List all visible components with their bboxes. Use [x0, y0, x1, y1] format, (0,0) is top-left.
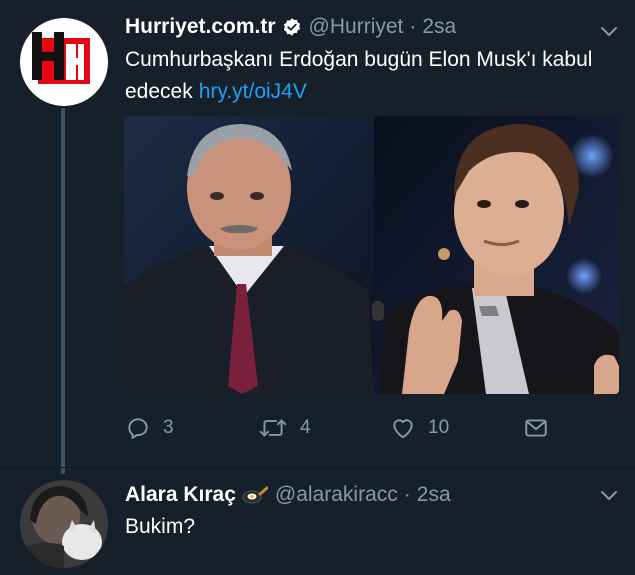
- retweet-count: 4: [300, 417, 311, 438]
- tweet-actions: 3 4 10: [125, 410, 595, 446]
- verified-badge-icon: [283, 18, 300, 36]
- header-separator: ·: [409, 15, 417, 38]
- like-count: 10: [428, 417, 450, 438]
- direct-message-button[interactable]: [523, 410, 561, 446]
- frying-pan-emoji: [242, 486, 268, 504]
- reply-author-handle[interactable]: @alarakiracc: [275, 483, 398, 507]
- tweet-text: Cumhurbaşkanı Erdoğan bugün Elon Musk'ı …: [125, 44, 595, 108]
- thread-connector-line: [61, 108, 65, 474]
- reply-header: Alara Kıraç @alarakiracc · 2sa: [125, 480, 451, 510]
- reply-count: 3: [163, 417, 174, 438]
- photo-image: [124, 116, 619, 394]
- hurriyet-logo: [32, 32, 90, 84]
- tweet-timestamp[interactable]: 2sa: [422, 15, 456, 39]
- tweet-divider: [0, 467, 635, 468]
- reply-button[interactable]: 3: [125, 410, 174, 446]
- author-name[interactable]: Hurriyet.com.tr: [125, 15, 276, 39]
- retweet-icon: [259, 419, 287, 437]
- like-button[interactable]: 10: [390, 410, 449, 446]
- like-icon: [393, 419, 413, 439]
- tweet-header: Hurriyet.com.tr @Hurriyet · 2sa: [125, 12, 456, 42]
- alara-avatar[interactable]: [20, 480, 108, 568]
- author-handle[interactable]: @Hurriyet: [309, 15, 404, 39]
- tweet-photo[interactable]: [124, 116, 619, 394]
- chevron-down-icon[interactable]: [600, 26, 618, 38]
- hurriyet-avatar[interactable]: [20, 18, 108, 106]
- tweet-link[interactable]: hry.yt/oiJ4V: [199, 80, 307, 103]
- reply-text: Bukim?: [125, 515, 196, 538]
- tweet-body: Cumhurbaşkanı Erdoğan bugün Elon Musk'ı …: [125, 48, 593, 103]
- avatar-photo: [20, 480, 108, 568]
- reply-header-separator: ·: [403, 483, 411, 506]
- reply-icon: [128, 418, 148, 439]
- reply-author-name[interactable]: Alara Kıraç: [125, 483, 236, 507]
- reply-timestamp[interactable]: 2sa: [417, 483, 451, 507]
- dm-icon: [525, 419, 547, 437]
- retweet-button[interactable]: 4: [258, 410, 311, 446]
- reply-chevron-down-icon[interactable]: [600, 490, 618, 502]
